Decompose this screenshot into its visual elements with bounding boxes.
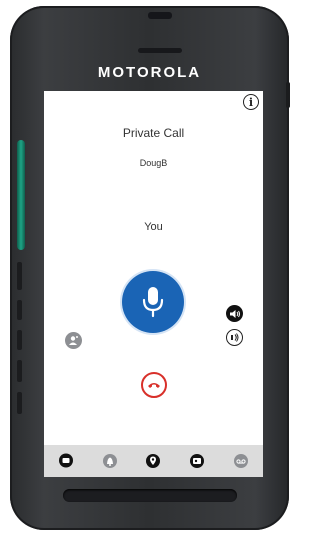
side-button-2[interactable]	[17, 300, 22, 320]
side-button-4[interactable]	[17, 360, 22, 382]
bottom-nav	[44, 445, 263, 477]
side-button-5[interactable]	[17, 392, 22, 414]
talker-label: You	[144, 221, 163, 233]
info-icon[interactable]: i	[243, 94, 259, 110]
earpiece-icon[interactable]	[226, 329, 243, 346]
push-to-talk-button[interactable]	[122, 271, 184, 333]
chin-speaker-bar	[63, 489, 237, 502]
speaker-icon[interactable]	[226, 305, 243, 322]
side-button-1[interactable]	[17, 262, 22, 290]
contact-icon[interactable]	[65, 332, 82, 349]
contacts-icon[interactable]	[187, 451, 207, 471]
side-button-3[interactable]	[17, 330, 22, 350]
callee-name: DougB	[139, 158, 168, 168]
end-call-icon	[148, 383, 160, 388]
alerts-icon[interactable]	[100, 451, 120, 471]
brand-logo: MOTOROLA	[97, 64, 202, 81]
power-button[interactable]	[286, 82, 290, 108]
top-connector	[148, 12, 172, 19]
end-call-button[interactable]	[141, 372, 167, 398]
earpiece-glyph-icon	[231, 333, 239, 342]
person-glyph-icon	[69, 336, 78, 345]
voicemail-icon[interactable]	[231, 451, 251, 471]
microphone-icon	[142, 287, 164, 318]
call-screen: i Private Call DougB You	[44, 91, 263, 477]
call-type-title: Private Call	[122, 126, 185, 140]
speaker-glyph-icon	[229, 309, 240, 318]
messages-icon[interactable]	[56, 451, 76, 471]
ptt-side-button[interactable]	[17, 140, 25, 250]
earpiece-grille	[138, 48, 182, 53]
location-icon[interactable]	[143, 451, 163, 471]
